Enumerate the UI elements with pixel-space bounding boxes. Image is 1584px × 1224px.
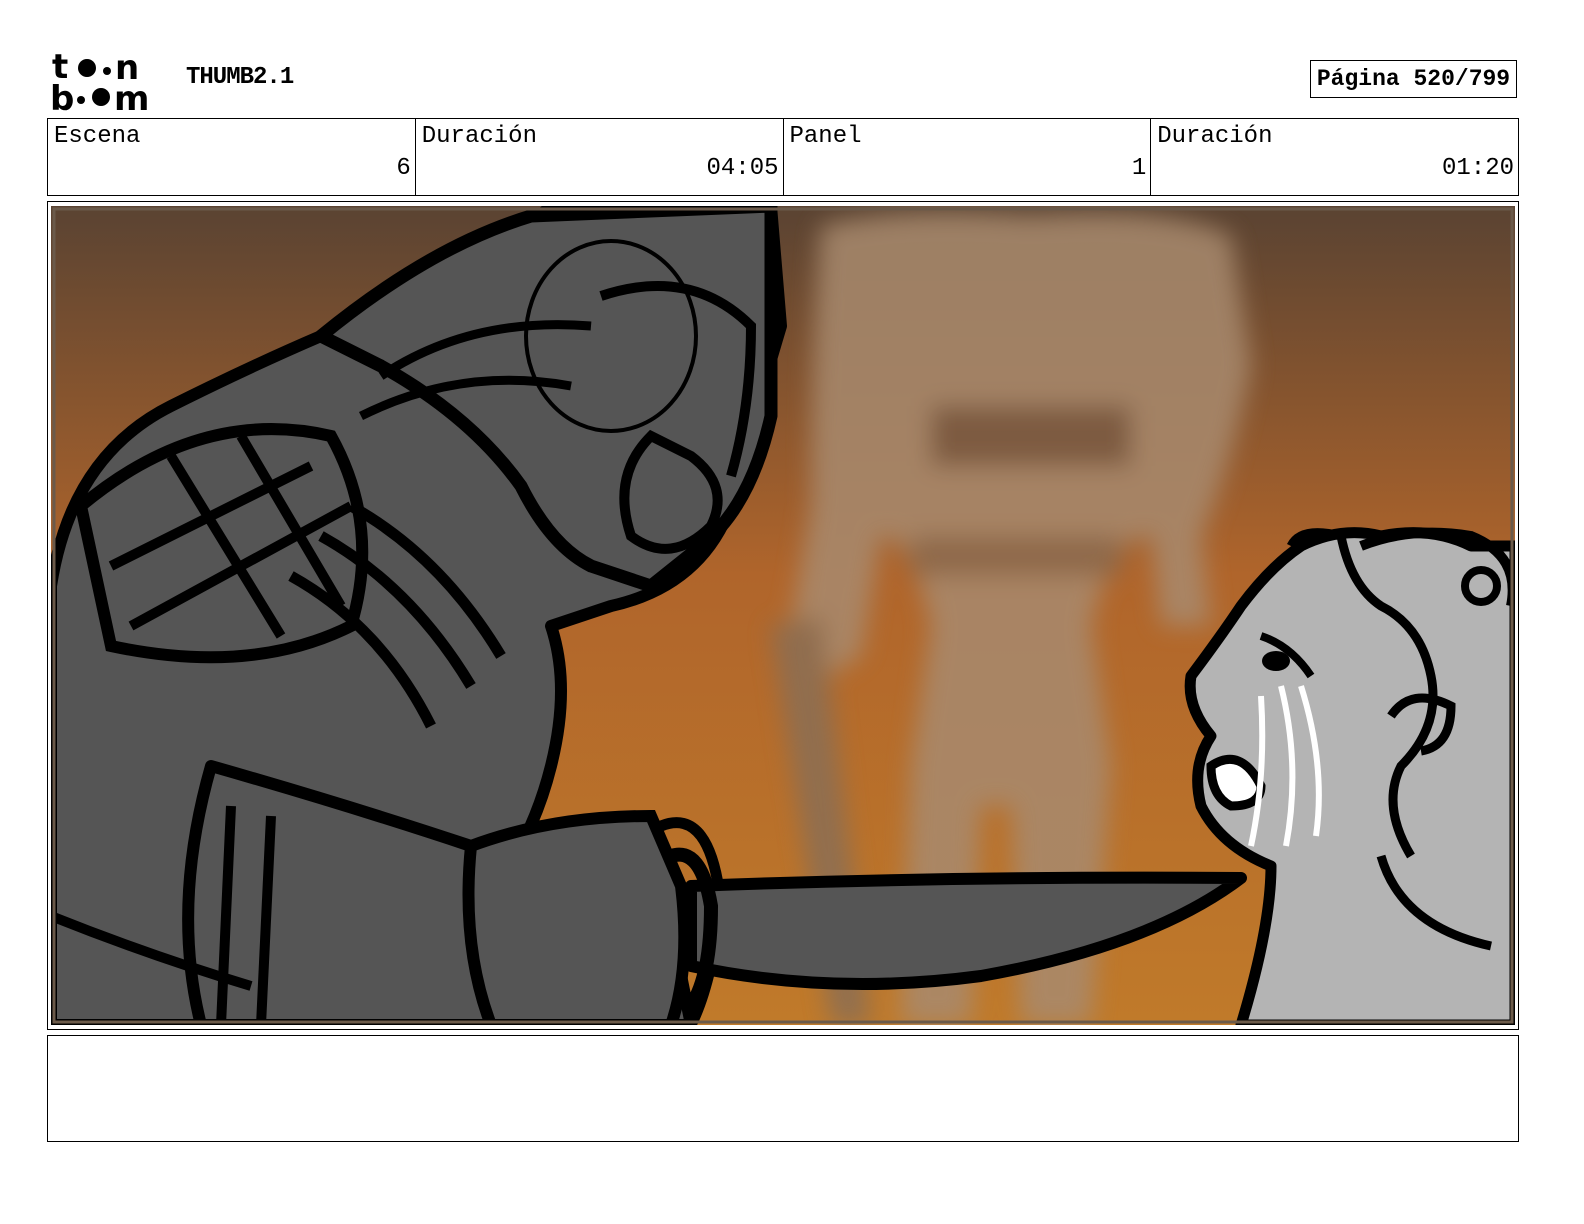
scene-cell: Escena 6 — [48, 119, 415, 195]
page-indicator: Página 520/799 — [1310, 60, 1517, 98]
panel-cell: Panel 1 — [782, 119, 1151, 195]
panel-duration-cell: Duración 01:20 — [1150, 119, 1518, 195]
svg-text:b: b — [50, 79, 74, 114]
panel-duration-value: 01:20 — [1441, 155, 1514, 182]
scene-label: Escena — [54, 123, 141, 150]
svg-text:m: m — [114, 79, 149, 114]
storyboard-panel — [47, 201, 1519, 1030]
panel-notes-box[interactable] — [47, 1035, 1519, 1142]
panel-duration-label: Duración — [1157, 123, 1273, 150]
toon-boom-logo: t n b m — [50, 50, 149, 114]
panel-label: Panel — [789, 123, 862, 150]
scene-duration-value: 04:05 — [706, 155, 779, 182]
storyboard-drawing — [51, 206, 1515, 1025]
document-title: THUMB2.1 — [186, 64, 294, 91]
scene-duration-label: Duración — [421, 123, 537, 150]
scene-info-table: Escena 6 Duración 04:05 Panel 1 Duración… — [47, 118, 1519, 196]
scene-duration-cell: Duración 04:05 — [414, 119, 783, 195]
page-label: Página 520/799 — [1316, 66, 1511, 92]
scene-value: 6 — [396, 155, 411, 182]
panel-value: 1 — [1131, 155, 1147, 182]
